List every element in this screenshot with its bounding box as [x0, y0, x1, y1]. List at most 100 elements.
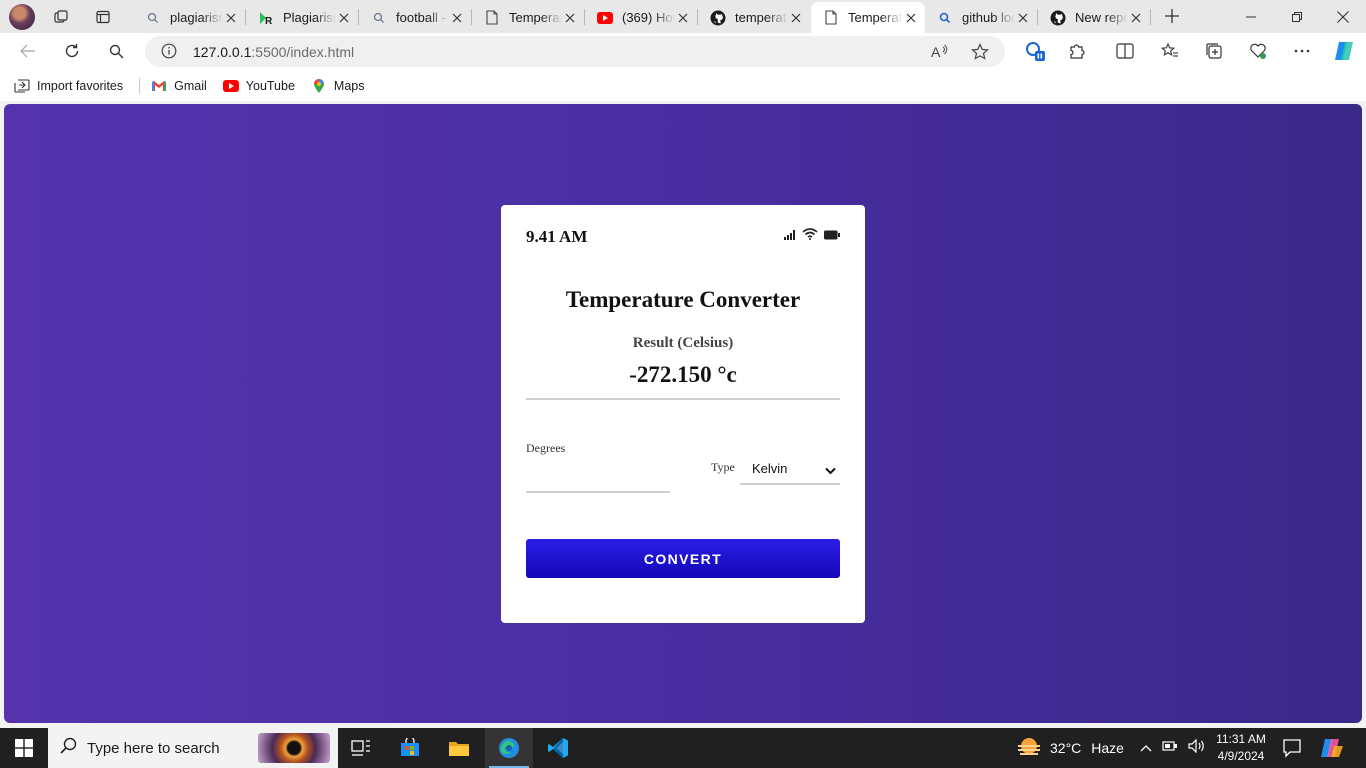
file-explorer-icon[interactable] [435, 728, 483, 768]
extensions-icon[interactable] [1062, 36, 1092, 66]
copilot-icon[interactable] [1329, 36, 1359, 66]
convert-button[interactable]: CONVERT [526, 539, 840, 578]
url-host: 127.0.0.1 [193, 44, 252, 60]
favorites-icon[interactable] [1155, 36, 1185, 66]
search-highlight-image[interactable] [258, 733, 330, 763]
tab-active[interactable]: Temperature [811, 2, 925, 33]
page-icon [823, 10, 839, 26]
close-icon[interactable] [1015, 10, 1031, 26]
page-icon [484, 10, 500, 26]
restore-button[interactable] [1274, 0, 1320, 33]
minimize-button[interactable] [1228, 0, 1274, 33]
tab[interactable]: github login [925, 2, 1037, 33]
chevron-down-icon [825, 463, 836, 478]
tab[interactable]: (369) How to [585, 2, 697, 33]
close-window-button[interactable] [1320, 0, 1366, 33]
clock-date: 4/9/2024 [1217, 749, 1265, 763]
back-button[interactable] [13, 36, 43, 66]
chevron-up-icon[interactable] [1140, 739, 1152, 757]
system-tray [1140, 728, 1206, 768]
tab[interactable]: New repository [1038, 2, 1150, 33]
address-bar[interactable]: 127.0.0.1:5500/index.html A [145, 36, 1005, 67]
status-icons [784, 227, 840, 245]
vscode-app-icon[interactable] [534, 728, 582, 768]
favorite-label: Maps [333, 78, 365, 93]
weather-desc: Haze [1091, 740, 1124, 756]
close-icon[interactable] [449, 10, 465, 26]
new-tab-button[interactable] [1160, 4, 1184, 28]
converter-card: 9.41 AM Temperature Converter Result (Ce… [501, 205, 865, 623]
tab[interactable]: temperature [698, 2, 810, 33]
gmail-icon [151, 78, 167, 94]
read-aloud-icon[interactable]: A [929, 41, 951, 63]
github-icon [1050, 10, 1066, 26]
close-icon[interactable] [223, 10, 239, 26]
clock[interactable]: 11:31 AM 4/9/2024 [1210, 731, 1272, 765]
taskbar-search[interactable]: Type here to search [48, 728, 338, 768]
tab[interactable]: football - Search [359, 2, 471, 33]
close-icon[interactable] [675, 10, 691, 26]
favorite-label: YouTube [245, 78, 295, 93]
url-path: :5500/index.html [251, 44, 355, 60]
tab-title: Temperature Converter [509, 10, 562, 25]
profile-avatar[interactable] [9, 3, 35, 30]
workspaces-icon[interactable] [46, 2, 76, 32]
tab-actions-icon[interactable] [88, 2, 118, 32]
haze-icon [1016, 736, 1042, 760]
notifications-icon[interactable] [1282, 738, 1302, 763]
taskbar: Type here to search 32°C Haze 11:31 AM 4… [0, 728, 1366, 768]
close-icon[interactable] [562, 10, 578, 26]
tab[interactable]: R Plagiarism Checker [246, 2, 358, 33]
favorite-gmail[interactable]: Gmail [151, 78, 207, 94]
tab-title: github login [962, 10, 1015, 25]
search-icon [60, 737, 77, 759]
tab-title: plagiarism checker [170, 10, 223, 25]
search-icon[interactable] [101, 36, 131, 66]
more-options-icon[interactable] [1287, 36, 1317, 66]
volume-icon[interactable] [1188, 738, 1206, 758]
extension-badge-icon[interactable] [1020, 36, 1050, 66]
youtube-icon [597, 10, 613, 26]
import-icon [14, 78, 30, 94]
result-label: Result (Celsius) [632, 335, 734, 351]
clock-time: 11:31 AM [1216, 732, 1266, 746]
status-time: 9.41 AM [526, 227, 588, 246]
battery-icon [824, 227, 840, 245]
close-icon[interactable] [903, 10, 919, 26]
split-screen-icon[interactable] [1110, 36, 1140, 66]
tab-title: temperature [735, 10, 788, 25]
favorite-youtube[interactable]: YouTube [222, 78, 295, 94]
svg-text:A: A [931, 44, 941, 60]
github-icon [710, 10, 726, 26]
address-bar-row: 127.0.0.1:5500/index.html A [0, 33, 1366, 70]
weather-temp: 32°C [1050, 740, 1082, 756]
start-button[interactable] [0, 728, 48, 768]
favorite-maps[interactable]: Maps [311, 78, 365, 94]
refresh-button[interactable] [57, 36, 87, 66]
task-view-button[interactable] [337, 728, 385, 768]
type-select[interactable]: Kelvin [740, 453, 840, 485]
type-label: Type [711, 460, 735, 474]
favorite-import[interactable]: Import favorites [14, 78, 123, 94]
degrees-input[interactable] [526, 463, 670, 493]
copilot-taskbar-icon[interactable] [1320, 736, 1344, 765]
close-icon[interactable] [1128, 10, 1144, 26]
maps-icon [311, 78, 327, 94]
weather-widget[interactable]: 32°C Haze [1016, 728, 1124, 768]
site-info-icon[interactable] [161, 43, 177, 64]
tab[interactable]: plagiarism checker [133, 2, 245, 33]
favorite-star-icon[interactable] [969, 41, 991, 63]
edge-app-icon[interactable] [485, 728, 533, 768]
store-app-icon[interactable] [386, 728, 434, 768]
close-icon[interactable] [336, 10, 352, 26]
close-icon[interactable] [788, 10, 804, 26]
favorite-label: Import favorites [37, 78, 124, 93]
browser-essentials-icon[interactable] [1243, 36, 1273, 66]
network-icon[interactable] [1162, 739, 1178, 758]
collections-icon[interactable] [1199, 36, 1229, 66]
search-placeholder: Type here to search [87, 739, 220, 757]
r-logo-icon: R [258, 10, 274, 26]
signal-icon [784, 227, 796, 245]
favorites-bar: Import favorites Gmail YouTube Maps [0, 70, 1366, 101]
tab[interactable]: Temperature Converter [472, 2, 584, 33]
